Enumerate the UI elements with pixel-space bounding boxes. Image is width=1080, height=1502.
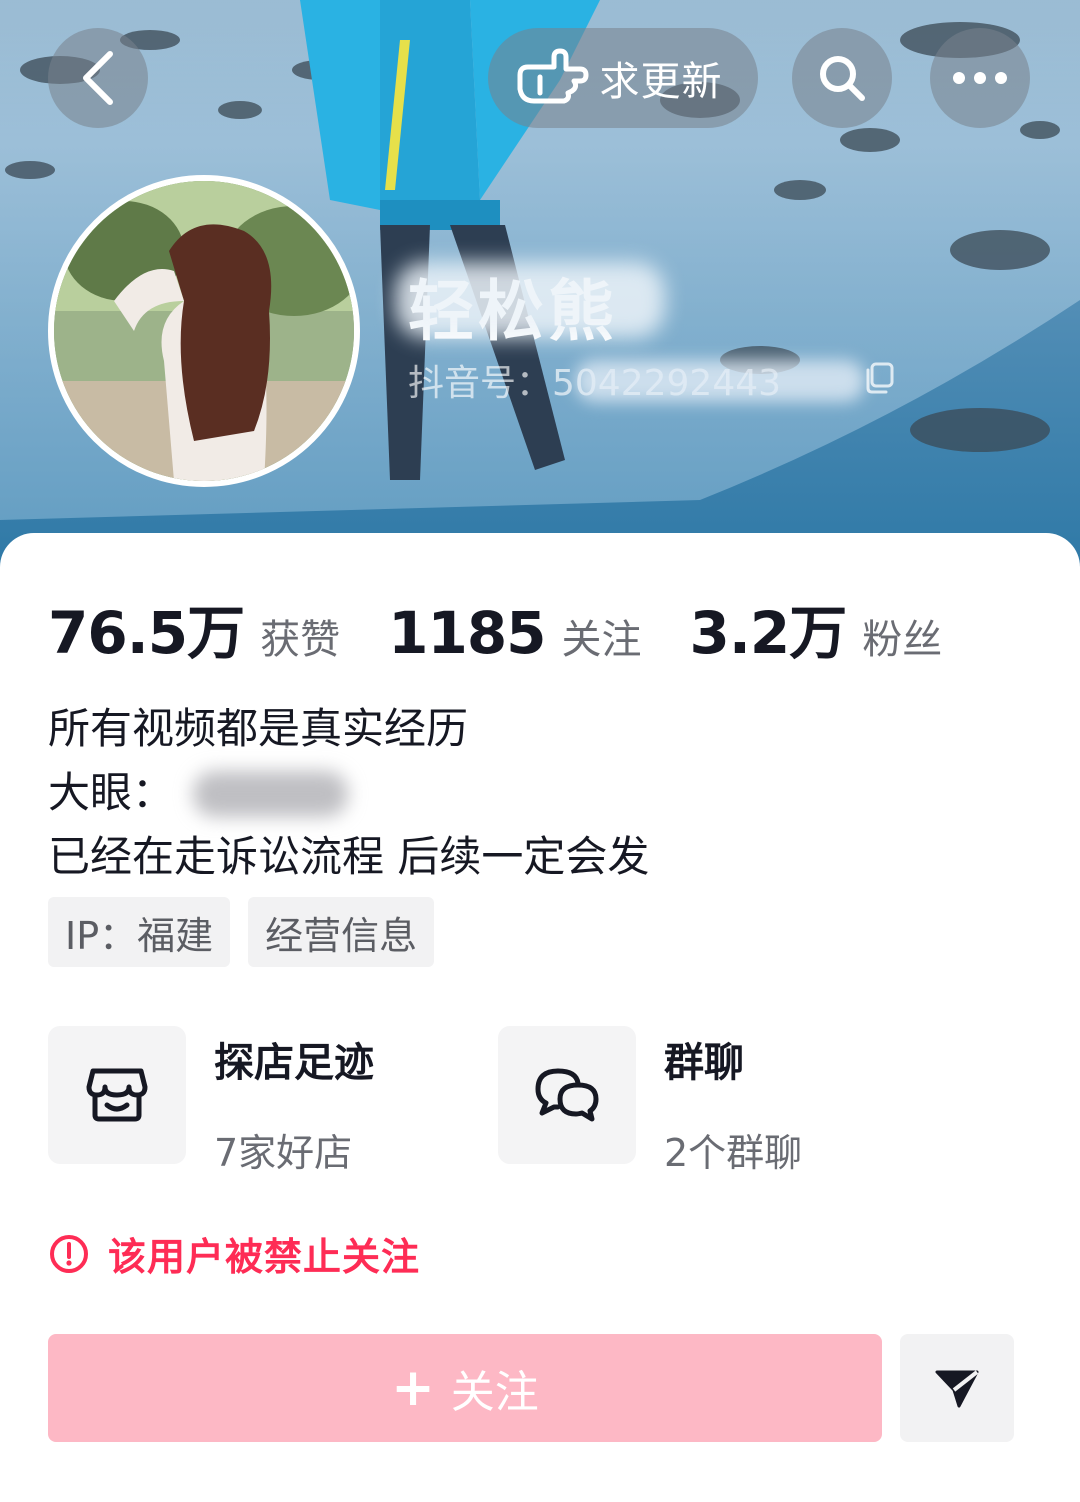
back-button[interactable] [48,28,148,128]
stat-label: 关注 [561,617,642,663]
bio-redaction [193,771,348,817]
bio: 所有视频都是真实经历 大眼： 已经在走诉讼流程 后续一定会发 [48,697,649,889]
bio-line: 大眼： [48,768,175,817]
send-message-button[interactable] [900,1334,1014,1442]
bio-line: 所有视频都是真实经历 [48,704,469,753]
warning-icon [50,1234,88,1273]
pointing-hand-icon [517,48,588,104]
search-icon [820,56,865,101]
group-chat-count: 2个群聊 [664,1131,803,1175]
profile-cover: 求更新 轻松熊 抖音号：5042292443 [0,0,1080,580]
follow-button[interactable]: + 关注 [48,1334,882,1442]
nickname-redaction [395,262,665,338]
follow-label: 关注 [450,1367,539,1418]
bio-line-with-redaction: 大眼： [48,761,649,825]
store-icon-box [48,1026,186,1164]
copy-icon[interactable] [862,360,898,396]
store-visits-title: 探店足迹 [214,1040,374,1086]
business-info-tag[interactable]: 经营信息 [248,897,435,967]
store-icon [86,1068,148,1122]
stat-value: 3.2万 [689,599,848,667]
stat-label: 粉丝 [862,617,943,663]
stat-followers[interactable]: 3.2万 粉丝 [690,586,943,670]
chat-bubbles-icon [535,1068,599,1122]
stat-label: 获赞 [260,617,341,663]
request-update-label: 求更新 [599,59,723,105]
banned-text: 该用户被禁止关注 [108,1235,421,1279]
group-chat-title: 群聊 [664,1040,744,1086]
stat-value: 76.5万 [48,599,245,667]
profile-stats: 76.5万 获赞 1185 关注 3.2万 粉丝 [48,586,990,670]
search-button[interactable] [792,28,892,128]
store-visits-count: 7家好店 [214,1131,353,1175]
douyin-id-redaction [575,360,865,402]
store-visits-entry[interactable]: 探店足迹 7家好店 [48,1026,374,1177]
plus-icon: + [391,1358,435,1418]
stat-following[interactable]: 1185 关注 [388,599,641,667]
more-icon [953,72,1007,84]
bio-line: 已经在走诉讼流程 后续一定会发 [48,832,650,881]
follow-banned-notice: 该用户被禁止关注 [48,1226,420,1281]
chat-icon-box [498,1026,636,1164]
more-button[interactable] [930,28,1030,128]
stat-likes[interactable]: 76.5万 获赞 [48,586,340,670]
avatar[interactable] [48,175,360,487]
send-icon [935,1370,979,1408]
profile-card: 76.5万 获赞 1185 关注 3.2万 粉丝 所有视频都是真实经历 大眼： … [0,533,1080,1502]
stat-value: 1185 [388,599,546,667]
back-icon [83,51,113,105]
ip-location-tag: IP：福建 [48,897,231,967]
profile-tags: IP：福建 经营信息 [48,897,452,967]
avatar-image [54,181,354,481]
group-chat-entry[interactable]: 群聊 2个群聊 [498,1026,802,1177]
request-update-button[interactable]: 求更新 [488,28,758,128]
